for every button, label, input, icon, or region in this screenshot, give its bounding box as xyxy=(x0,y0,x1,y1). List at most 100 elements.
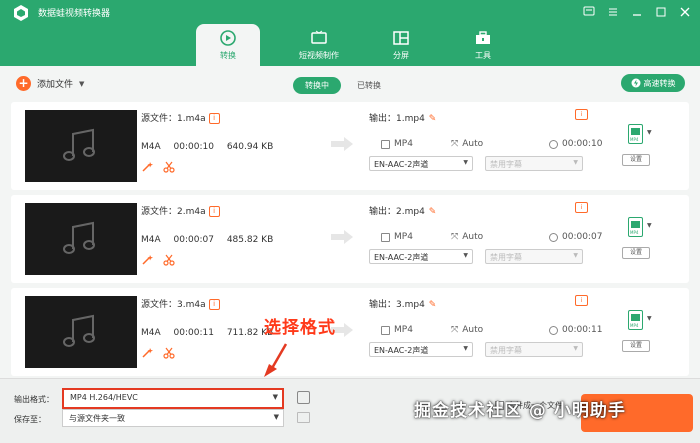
status-segmented-control: 转换中 已转换 xyxy=(293,77,393,94)
mp4-format-icon[interactable]: MP4 xyxy=(628,310,643,330)
seg-converting[interactable]: 转换中 xyxy=(293,77,341,94)
app-title: 数据蛙视频转换器 xyxy=(38,9,111,19)
mp4-format-icon[interactable]: MP4 xyxy=(628,124,643,144)
output-format-label: 输出格式： xyxy=(14,395,54,404)
settings-button[interactable]: 设置 xyxy=(622,154,650,166)
output-resolution: ⤧ Auto xyxy=(451,139,483,149)
audio-track-select[interactable]: EN-AAC-2声道 ▼ xyxy=(369,249,473,264)
source-file-label: 源文件：1.m4a xyxy=(141,114,206,124)
watermark: 掘金技术社区 @ 小明助手 xyxy=(414,401,626,421)
expand-icon: ⤧ xyxy=(451,325,459,335)
toolbar: + 添加文件 ▼ 转换中 已转换 高速转换 xyxy=(0,66,700,102)
scissors-icon[interactable] xyxy=(163,254,175,266)
output-file-name: 输出：1.mp4 ✎ xyxy=(369,111,436,124)
output-duration: 00:00:11 xyxy=(549,325,602,335)
subtitle-select[interactable]: 禁用字幕 ▼ xyxy=(485,342,583,357)
output-format-text: MP4 xyxy=(394,139,413,149)
close-icon[interactable] xyxy=(678,5,692,19)
folder-icon[interactable] xyxy=(297,412,310,423)
chevron-down-icon[interactable]: ▼ xyxy=(647,129,652,136)
tab-split-screen[interactable]: 分屏 xyxy=(360,24,442,66)
settings-button[interactable]: 设置 xyxy=(622,340,650,352)
maximize-icon[interactable] xyxy=(654,5,668,19)
output-info-icon[interactable]: i xyxy=(575,109,588,120)
output-info-icon[interactable]: i xyxy=(575,202,588,213)
add-file-button[interactable]: + 添加文件 ▼ xyxy=(16,76,84,91)
chevron-down-icon: ▼ xyxy=(573,252,578,259)
output-file-name: 输出：3.mp4 ✎ xyxy=(369,297,436,310)
save-path-select[interactable]: 与源文件夹一致 ▼ xyxy=(62,409,284,427)
save-to-label: 保存至： xyxy=(14,415,46,424)
format-settings-icon[interactable] xyxy=(297,391,310,404)
minimize-icon[interactable] xyxy=(630,5,644,19)
output-format-value: MP4 H.264/HEVC xyxy=(70,393,138,402)
tab-convert-label: 转换 xyxy=(220,51,236,60)
source-file-label: 源文件：2.m4a xyxy=(141,207,206,217)
main-tabs: 转换 短视频制作 分屏 工具 xyxy=(196,24,524,66)
film-icon xyxy=(381,139,390,149)
thumbnail[interactable] xyxy=(25,110,137,182)
plus-icon: + xyxy=(16,76,31,91)
audio-track-select[interactable]: EN-AAC-2声道 ▼ xyxy=(369,156,473,171)
tab-split-screen-label: 分屏 xyxy=(393,51,409,60)
info-icon[interactable]: i xyxy=(208,113,220,124)
scissors-icon[interactable] xyxy=(163,347,175,359)
clock-icon xyxy=(549,325,558,335)
split-screen-icon xyxy=(393,31,409,45)
output-resolution: ⤧ Auto xyxy=(451,325,483,335)
toolbox-icon xyxy=(476,31,490,44)
output-duration-text: 00:00:07 xyxy=(562,232,603,242)
expand-icon: ⤧ xyxy=(451,139,459,149)
source-duration: 00:00:07 xyxy=(173,235,214,245)
output-info-icon[interactable]: i xyxy=(575,295,588,306)
source-format: M4A xyxy=(141,328,161,338)
chevron-down-icon: ▼ xyxy=(573,345,578,352)
settings-button[interactable]: 设置 xyxy=(622,247,650,259)
audio-track-select[interactable]: EN-AAC-2声道 ▼ xyxy=(369,342,473,357)
tab-convert[interactable]: 转换 xyxy=(196,24,260,66)
output-resolution: ⤧ Auto xyxy=(451,232,483,242)
tv-icon xyxy=(311,30,327,44)
chevron-down-icon: ▼ xyxy=(273,413,279,421)
subtitle-select[interactable]: 禁用字幕 ▼ xyxy=(485,249,583,264)
source-file-label: 源文件：3.m4a xyxy=(141,300,206,310)
fast-convert-button[interactable]: 高速转换 xyxy=(621,74,685,92)
convert-icon xyxy=(220,30,236,46)
chevron-down-icon: ▼ xyxy=(272,393,278,401)
edit-icon[interactable]: ✎ xyxy=(429,114,437,124)
info-icon[interactable]: i xyxy=(208,206,220,217)
fast-convert-label: 高速转换 xyxy=(643,78,676,88)
chevron-down-icon[interactable]: ▼ xyxy=(647,222,652,229)
source-tools xyxy=(141,347,175,359)
tab-short-video[interactable]: 短视频制作 xyxy=(278,24,360,66)
output-format-select[interactable]: MP4 H.264/HEVC ▼ xyxy=(62,388,284,409)
edit-icon[interactable]: ✎ xyxy=(429,207,437,217)
output-duration-text: 00:00:11 xyxy=(562,325,603,335)
source-meta: M4A 00:00:11 711.82 KB xyxy=(141,328,283,338)
scissors-icon[interactable] xyxy=(163,161,175,173)
magic-wand-icon[interactable] xyxy=(141,161,153,173)
tab-tools-label: 工具 xyxy=(475,51,491,60)
chevron-down-icon[interactable]: ▼ xyxy=(647,315,652,322)
chat-icon[interactable] xyxy=(582,5,596,19)
mp4-format-icon[interactable]: MP4 xyxy=(628,217,643,237)
subtitle-value: 禁用字幕 xyxy=(490,160,522,169)
menu-icon[interactable] xyxy=(606,5,620,19)
thumbnail[interactable] xyxy=(25,203,137,275)
seg-converted[interactable]: 已转换 xyxy=(345,77,393,94)
chevron-down-icon[interactable]: ▼ xyxy=(79,80,84,88)
source-format: M4A xyxy=(141,235,161,245)
magic-wand-icon[interactable] xyxy=(141,347,153,359)
subtitle-select[interactable]: 禁用字幕 ▼ xyxy=(485,156,583,171)
info-icon[interactable]: i xyxy=(208,299,220,310)
source-tools xyxy=(141,254,175,266)
magic-wand-icon[interactable] xyxy=(141,254,153,266)
title-bar: 数据蛙视频转换器 转换 短视频制作 分屏 工具 xyxy=(0,0,700,66)
thumbnail[interactable] xyxy=(25,296,137,368)
edit-icon[interactable]: ✎ xyxy=(429,300,437,310)
source-duration: 00:00:11 xyxy=(173,328,214,338)
film-icon xyxy=(381,325,390,335)
output-duration: 00:00:10 xyxy=(549,139,602,149)
tab-tools[interactable]: 工具 xyxy=(442,24,524,66)
source-tools xyxy=(141,161,175,173)
